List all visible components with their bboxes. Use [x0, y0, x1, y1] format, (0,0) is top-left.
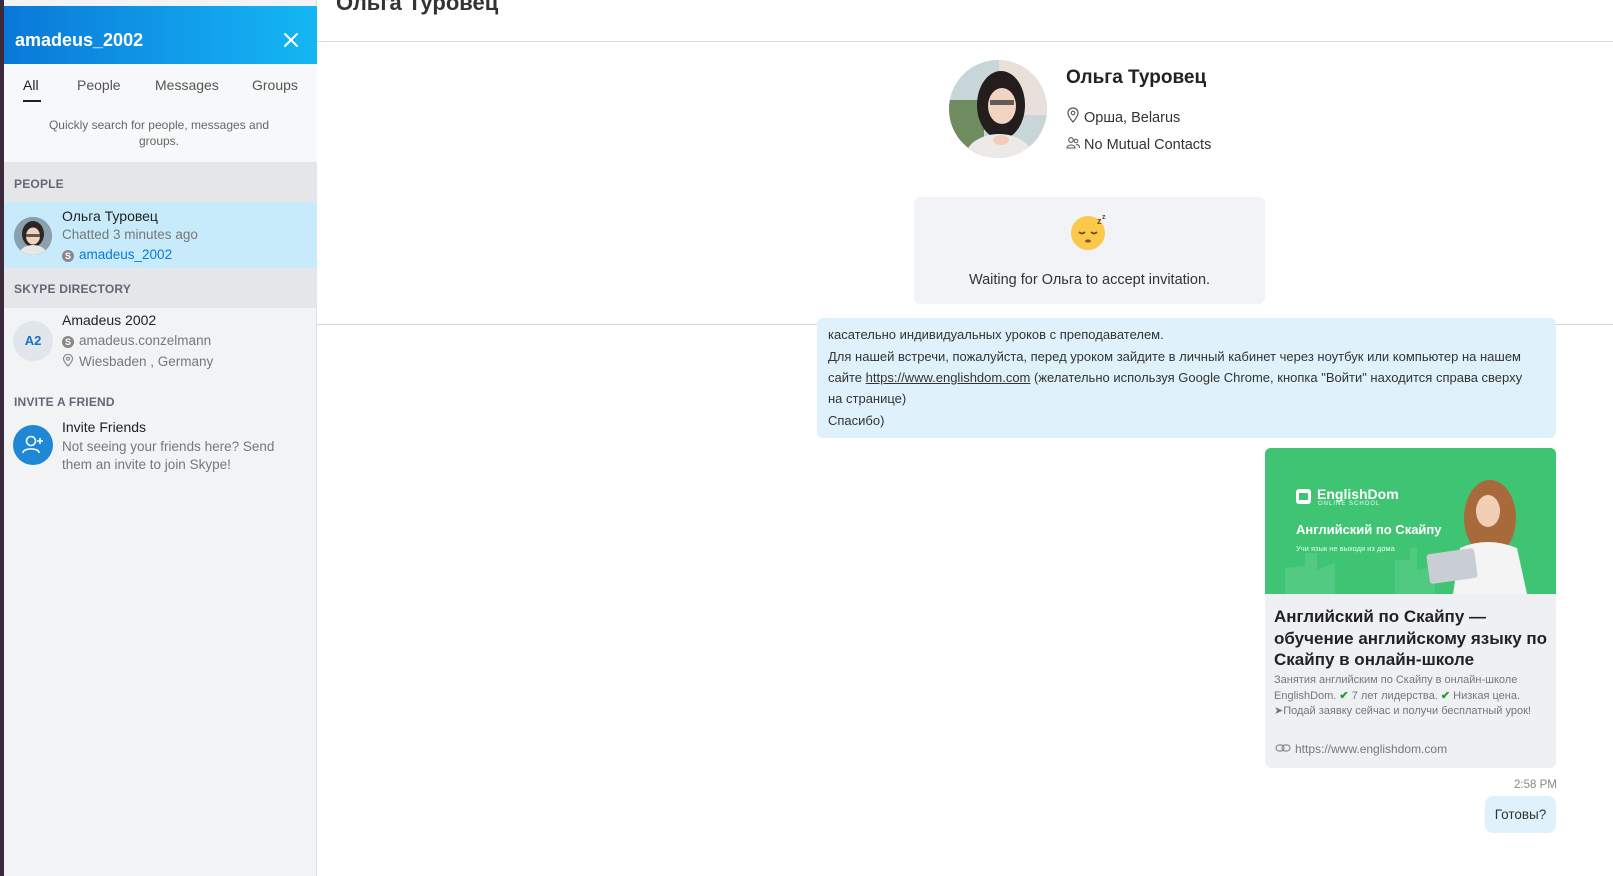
message-line: сайте https://www.englishdom.com (желате… [828, 370, 1522, 385]
message-text: сайте [828, 370, 866, 385]
location-pin-icon [62, 353, 74, 367]
preview-headline: Английский по Скайпу [1296, 522, 1442, 537]
avatar [14, 217, 52, 255]
link-preview-card[interactable]: EnglishDom ONLINE SCHOOL Английский по С… [1265, 448, 1556, 768]
skype-icon: S [62, 250, 74, 262]
search-hint: Quickly search for people, messages and … [48, 118, 270, 148]
check-icon: ✔ [1440, 689, 1451, 702]
location-pin-icon [1067, 107, 1079, 123]
preview-brand: EnglishDom [1317, 486, 1399, 502]
message-bubble-last[interactable]: Готовы? [1485, 796, 1556, 833]
close-icon[interactable] [282, 31, 300, 49]
check-icon: ✔ [1339, 689, 1349, 702]
section-label-people: PEOPLE [14, 177, 64, 191]
message-bubble[interactable]: касательно индивидуальных уроков с препо… [817, 318, 1556, 438]
invite-friends-item[interactable]: Invite Friends Not seeing your friends h… [4, 412, 317, 482]
profile-avatar[interactable] [949, 60, 1047, 158]
link-preview-image: EnglishDom ONLINE SCHOOL Английский по С… [1265, 448, 1556, 594]
profile-location: Орша, Belarus [1066, 107, 1180, 126]
message-text: (желательно используя Google Chrome, кно… [1030, 370, 1523, 385]
section-label-invite: INVITE A FRIEND [14, 395, 115, 409]
invitation-pending-text: Waiting for Ольга to accept invitation. [968, 272, 1211, 288]
people-result-skype-id: Samadeus_2002 [62, 247, 172, 262]
invitation-pending-card: z z Waiting for Ольга to accept invitati… [914, 197, 1265, 304]
invite-friends-text-2: them an invite to join Skype! [62, 457, 231, 472]
preview-url-text: https://www.englishdom.com [1295, 742, 1448, 756]
directory-result-name: Amadeus 2002 [62, 312, 157, 328]
message-line: касательно индивидуальных уроков с препо… [828, 327, 1164, 342]
contacts-icon [1066, 137, 1080, 149]
search-sidebar: amadeus_2002 All People Messages Groups … [4, 0, 317, 876]
link-preview-description: Занятия английским по Скайпу в онлайн-шк… [1274, 673, 1549, 720]
people-result-name: Ольга Туровец [62, 208, 158, 224]
people-result-status: Chatted 3 minutes ago [62, 227, 198, 242]
people-result-item[interactable]: Ольга Туровец Chatted 3 minutes ago Sama… [4, 202, 317, 268]
preview-desc-text: 7 лет лидерства. [1351, 689, 1438, 702]
preview-tagline: Учи язык не выходя из дома [1296, 544, 1395, 553]
initials-avatar: A2 [13, 321, 53, 361]
tab-messages[interactable]: Messages [155, 77, 219, 93]
directory-result-skype-id: Samadeus.conzelmann [62, 333, 211, 348]
invite-friends-title: Invite Friends [62, 419, 147, 435]
preview-brand-sub: ONLINE SCHOOL [1318, 501, 1381, 507]
conversation-title: Ольга Туровец [336, 0, 499, 15]
mutual-contacts-text: No Mutual Contacts [1084, 137, 1212, 153]
add-person-icon [13, 425, 53, 465]
location-text: Wiesbaden , Germany [79, 354, 214, 369]
active-tab-indicator [23, 100, 41, 102]
filter-tabs: All People Messages Groups Quickly searc… [4, 64, 317, 162]
profile-location-text: Орша, Belarus [1084, 110, 1181, 126]
skype-id-text: amadeus_2002 [79, 247, 173, 262]
message-line: Для нашей встречи, пожалуйста, перед уро… [828, 349, 1521, 364]
message-line: Спасибо) [828, 413, 885, 428]
divider [317, 41, 1613, 42]
skype-icon: S [62, 336, 74, 348]
tab-people[interactable]: People [77, 77, 121, 93]
tab-groups[interactable]: Groups [252, 77, 298, 93]
profile-name: Ольга Туровец [1066, 67, 1207, 88]
sleeping-emoji-icon: z z [1071, 214, 1106, 250]
directory-result-location: Wiesbaden , Germany [62, 353, 214, 369]
link-preview-title: Английский по Скайпу — обучение английск… [1274, 607, 1548, 669]
message-timestamp: 2:58 PM [1514, 779, 1557, 791]
profile-mutual-contacts: No Mutual Contacts [1066, 136, 1211, 153]
invite-friends-text-1: Not seeing your friends here? Send [62, 439, 275, 454]
message-line: на странице) [828, 391, 907, 406]
svg-text:z: z [1102, 214, 1106, 221]
link-preview-url[interactable]: https://www.englishdom.com [1275, 742, 1447, 756]
conversation-panel: Ольга Туровец Ольга Туровец Орша, Belaru… [317, 0, 1613, 876]
section-label-directory: SKYPE DIRECTORY [14, 282, 132, 296]
search-header-title: amadeus_2002 [15, 30, 144, 50]
tab-all[interactable]: All [23, 77, 39, 93]
message-link[interactable]: https://www.englishdom.com [866, 370, 1031, 385]
skype-id-text: amadeus.conzelmann [79, 333, 212, 348]
link-icon [1275, 744, 1291, 752]
search-header: amadeus_2002 [4, 6, 317, 64]
directory-result-item[interactable]: A2 Amadeus 2002 Samadeus.conzelmann Wies… [4, 308, 317, 376]
